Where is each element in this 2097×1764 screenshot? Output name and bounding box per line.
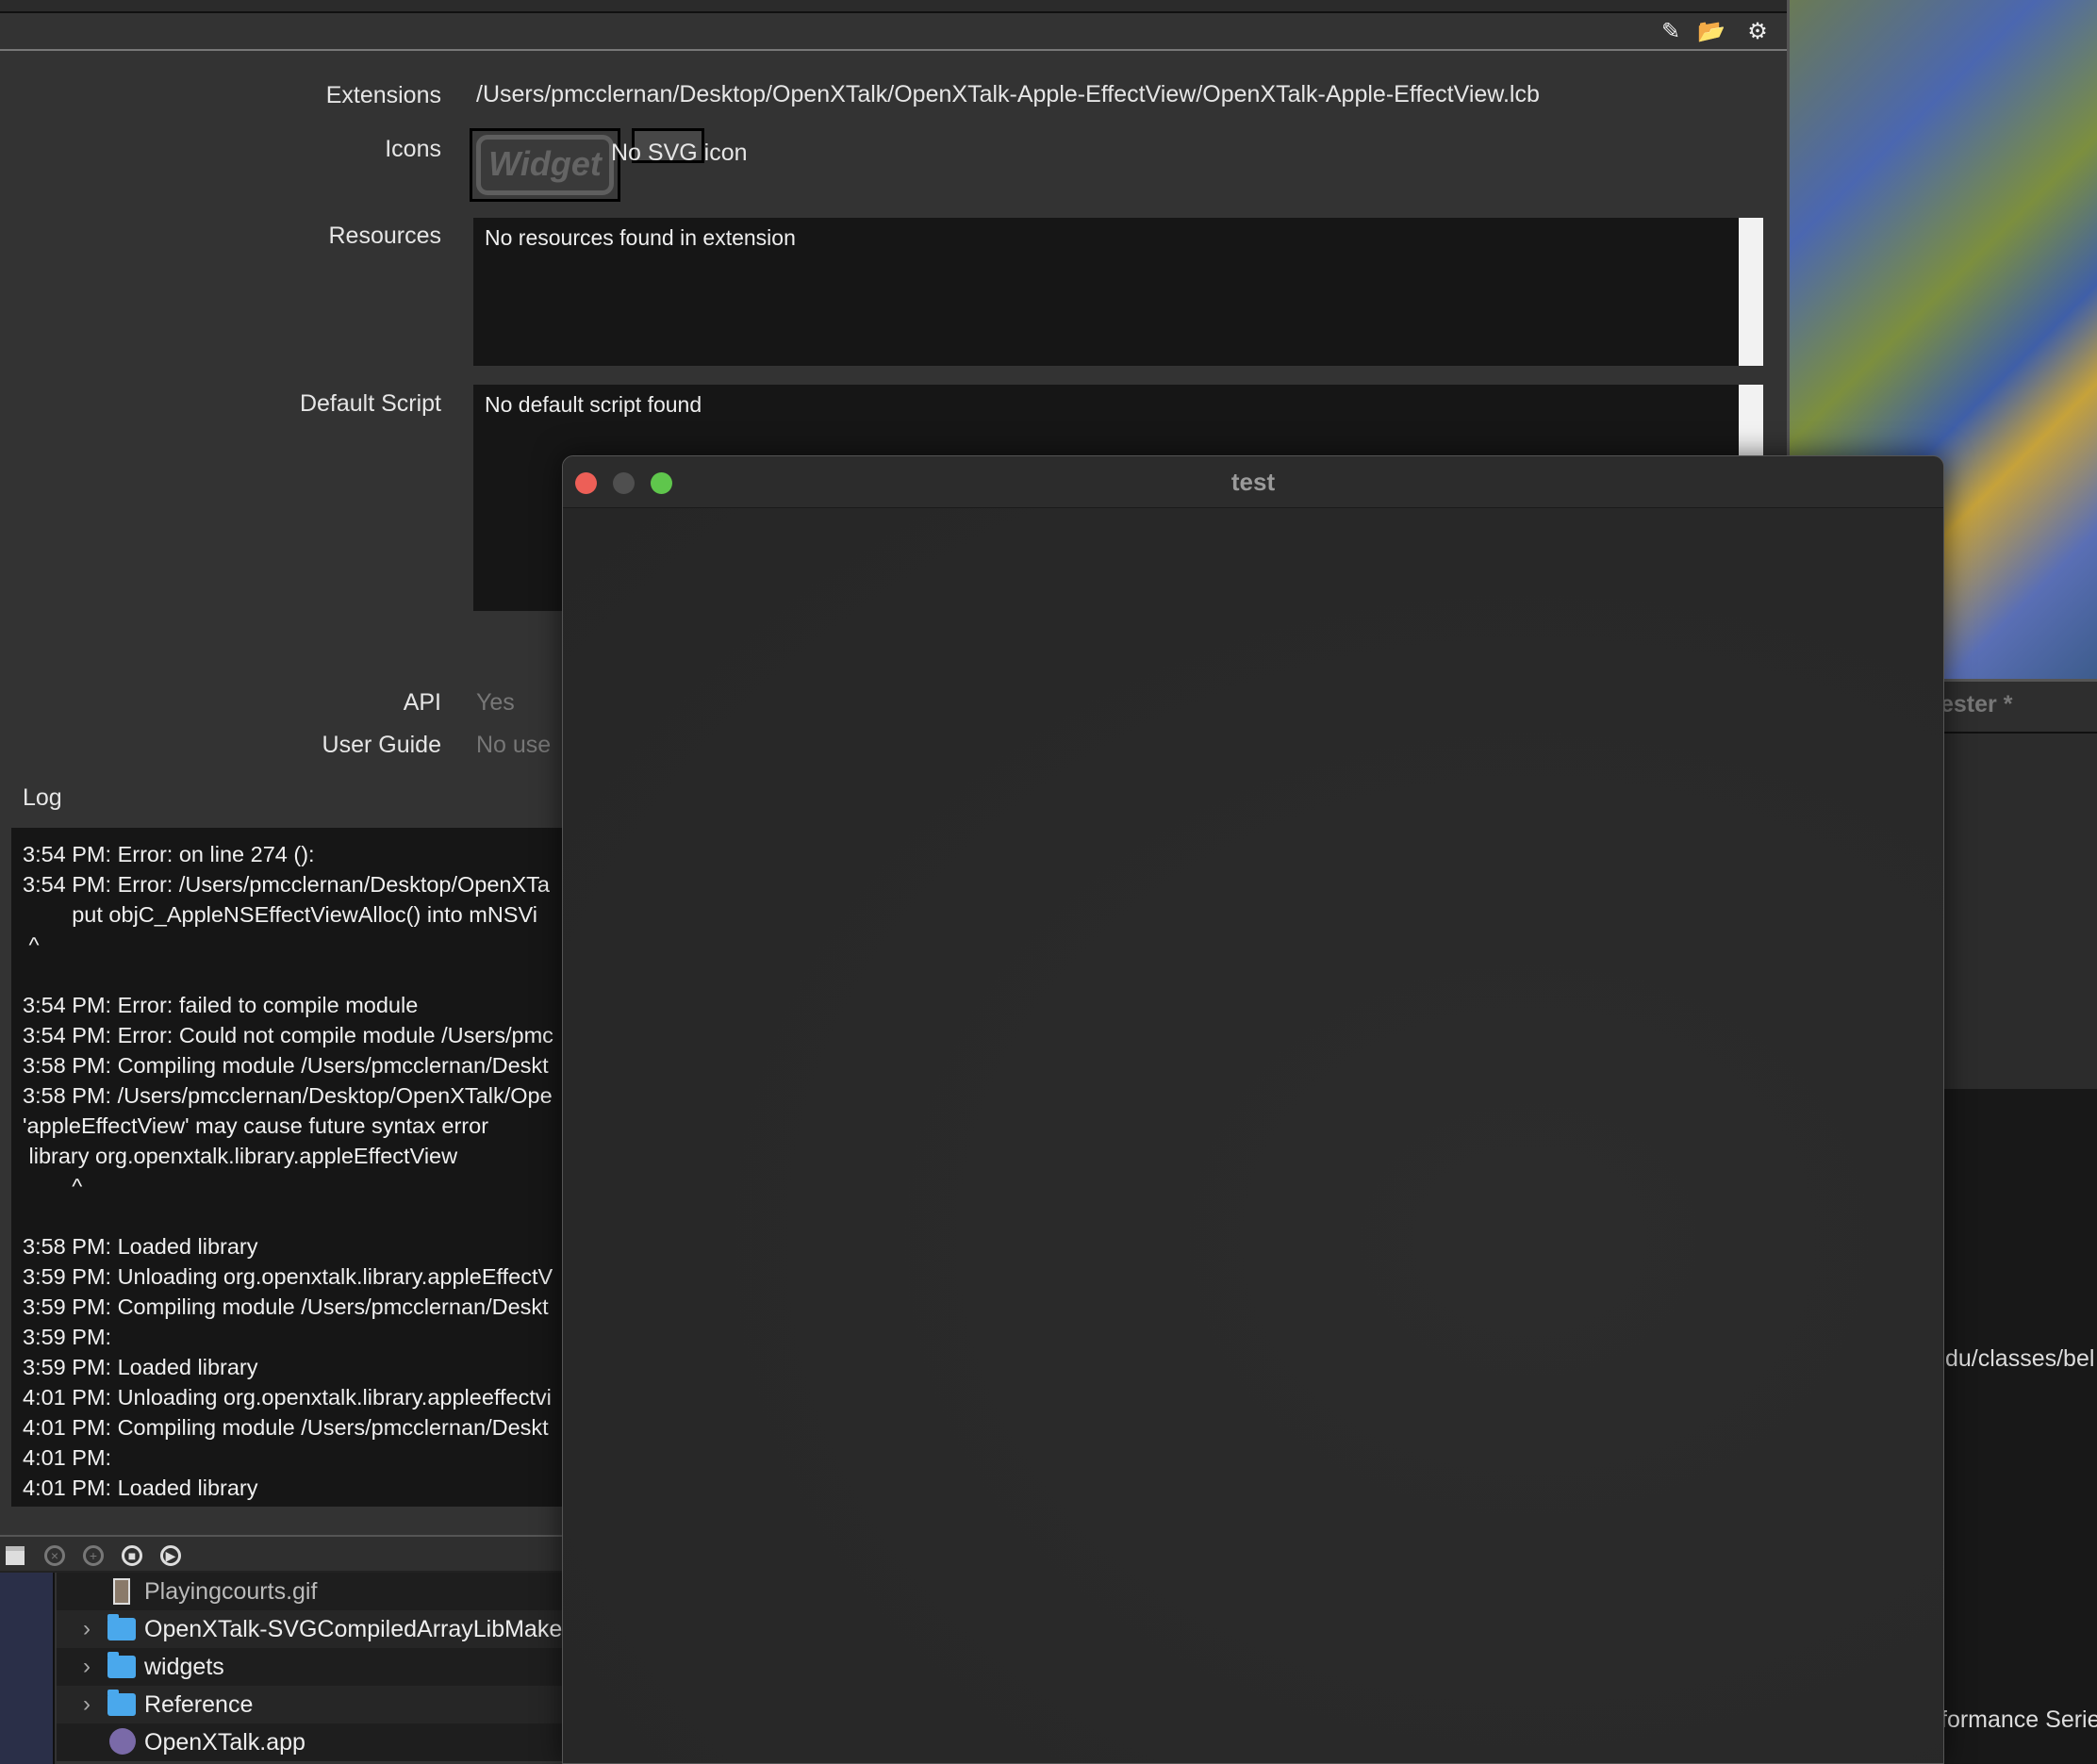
- background-text-series: formance Serie: [1940, 1706, 2097, 1733]
- log-line: 4:01 PM: Unloading org.openxtalk.library…: [23, 1385, 552, 1410]
- log-line: 3:58 PM: /Users/pmcclernan/Desktop/OpenX…: [23, 1083, 553, 1108]
- user-guide-label: User Guide: [322, 732, 441, 758]
- file-name: Playingcourts.gif: [144, 1578, 318, 1605]
- file-row[interactable]: › widgets: [57, 1648, 564, 1686]
- file-browser-toolbar: × + ■ ▶: [0, 1535, 564, 1573]
- inspector-toolbar: ✎ 📂 ⚙: [0, 13, 1789, 51]
- log-line: 3:59 PM: Compiling module /Users/pmccler…: [23, 1294, 549, 1319]
- stop-icon[interactable]: ■: [122, 1545, 142, 1566]
- default-script-label: Default Script: [299, 390, 441, 417]
- edit-script-icon[interactable]: ✎: [1658, 19, 1684, 45]
- close-button[interactable]: [575, 472, 597, 494]
- zoom-button[interactable]: [651, 472, 672, 494]
- background-text-url: du/classes/bel: [1945, 1345, 2095, 1372]
- file-name: Reference: [144, 1691, 254, 1718]
- widget-icon-text: Widget: [476, 135, 614, 195]
- log-line: 3:54 PM: Error: /Users/pmcclernan/Deskto…: [23, 872, 550, 897]
- resources-text: No resources found in extension: [485, 225, 796, 250]
- svg-icon-status: No SVG icon: [611, 140, 748, 166]
- api-value: Yes: [476, 689, 515, 716]
- chevron-right-icon[interactable]: ›: [83, 1610, 91, 1648]
- log-line: 'appleEffectView' may cause future synta…: [23, 1113, 489, 1138]
- add-icon[interactable]: +: [83, 1545, 104, 1566]
- default-script-text: No default script found: [485, 392, 702, 417]
- resources-label: Resources: [328, 223, 442, 249]
- log-line: 3:54 PM: Error: Could not compile module…: [23, 1023, 553, 1047]
- log-line: 4:01 PM: Compiling module /Users/pmccler…: [23, 1415, 549, 1440]
- log-line: 3:58 PM: Compiling module /Users/pmccler…: [23, 1053, 549, 1078]
- test-window-titlebar[interactable]: test: [563, 456, 1943, 508]
- log-line: library org.openxtalk.library.appleEffec…: [23, 1144, 458, 1168]
- chevron-right-icon[interactable]: ›: [83, 1686, 91, 1723]
- file-name: OpenXTalk-SVGCompiledArrayLibMake: [144, 1616, 563, 1642]
- log-label: Log: [23, 784, 62, 811]
- folder-icon: [107, 1652, 136, 1678]
- remove-icon[interactable]: ×: [44, 1545, 65, 1566]
- file-row[interactable]: Playingcourts.gif: [57, 1573, 564, 1610]
- minimize-button[interactable]: [613, 472, 635, 494]
- file-row[interactable]: › OpenXTalk-SVGCompiledArrayLibMake: [57, 1610, 564, 1648]
- log-field[interactable]: 3:54 PM: Error: on line 274 (): 3:54 PM: …: [11, 828, 577, 1507]
- file-row[interactable]: › Reference: [57, 1686, 564, 1723]
- archive-icon[interactable]: [6, 1546, 25, 1565]
- log-line: ^: [23, 932, 40, 957]
- gif-file-icon: [113, 1578, 130, 1605]
- api-label: API: [403, 689, 441, 716]
- log-line: 3:59 PM: Unloading org.openxtalk.library…: [23, 1264, 553, 1289]
- play-icon[interactable]: ▶: [160, 1545, 181, 1566]
- file-name: widgets: [144, 1654, 224, 1680]
- extensions-label: Extensions: [325, 82, 441, 108]
- log-line: 3:59 PM: Loaded library: [23, 1355, 258, 1379]
- gear-icon[interactable]: ⚙: [1744, 19, 1771, 45]
- resources-field[interactable]: No resources found in extension: [473, 218, 1763, 366]
- icons-label: Icons: [385, 136, 441, 162]
- resources-scrollbar[interactable]: [1739, 218, 1763, 366]
- file-name: OpenXTalk.app: [144, 1729, 305, 1756]
- user-guide-value: No use: [476, 732, 552, 758]
- log-line: 3:54 PM: Error: on line 274 ():: [23, 842, 315, 866]
- folder-open-icon[interactable]: 📂: [1697, 19, 1725, 45]
- log-line: 4:01 PM:: [23, 1445, 112, 1470]
- folder-icon: [107, 1614, 136, 1640]
- extensions-path: /Users/pmcclernan/Desktop/OpenXTalk/Open…: [476, 81, 1540, 107]
- log-line: 3:59 PM:: [23, 1325, 112, 1349]
- background-window-title: ester *: [1940, 691, 2013, 717]
- chevron-right-icon[interactable]: ›: [83, 1648, 91, 1686]
- top-bar: [0, 0, 1789, 13]
- app-icon: [109, 1728, 136, 1755]
- widget-icon-preview[interactable]: Widget: [470, 128, 620, 202]
- sidebar-strip: [0, 1573, 55, 1764]
- log-line: ^: [23, 1174, 83, 1198]
- test-window-title: test: [1230, 468, 1276, 496]
- test-window: test: [562, 455, 1944, 1764]
- log-line: 3:54 PM: Error: failed to compile module: [23, 993, 419, 1017]
- folder-icon: [107, 1690, 136, 1716]
- log-line: 3:58 PM: Loaded library: [23, 1234, 258, 1259]
- file-row[interactable]: OpenXTalk.app: [57, 1723, 564, 1761]
- log-line: 4:01 PM: Loaded library: [23, 1475, 258, 1500]
- log-line: put objC_AppleNSEffectViewAlloc() into m…: [23, 902, 537, 927]
